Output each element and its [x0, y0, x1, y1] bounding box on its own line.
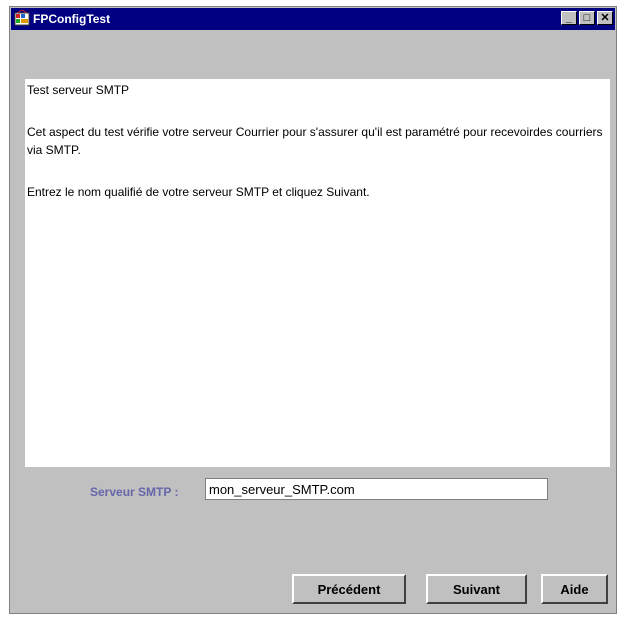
- smtp-server-label: Serveur SMTP :: [90, 485, 179, 499]
- app-window: FPConfigTest _ □ ✕ Test serveur SMTP Cet…: [9, 6, 617, 614]
- description-text: Cet aspect du test vérifie votre serveur…: [27, 125, 603, 157]
- instruction-text: Entrez le nom qualifié de votre serveur …: [27, 185, 370, 199]
- title-bar[interactable]: FPConfigTest _ □ ✕: [11, 8, 615, 30]
- maximize-button[interactable]: □: [579, 11, 595, 25]
- close-button[interactable]: ✕: [597, 11, 613, 25]
- help-button[interactable]: Aide: [541, 574, 608, 604]
- app-icon: [14, 9, 30, 26]
- smtp-server-input[interactable]: [205, 478, 548, 500]
- next-button[interactable]: Suivant: [426, 574, 527, 604]
- window-title: FPConfigTest: [33, 12, 111, 26]
- content-panel: Test serveur SMTP Cet aspect du test vér…: [25, 79, 610, 467]
- previous-button[interactable]: Précédent: [292, 574, 406, 604]
- minimize-button[interactable]: _: [561, 11, 577, 25]
- page-heading: Test serveur SMTP: [27, 83, 130, 97]
